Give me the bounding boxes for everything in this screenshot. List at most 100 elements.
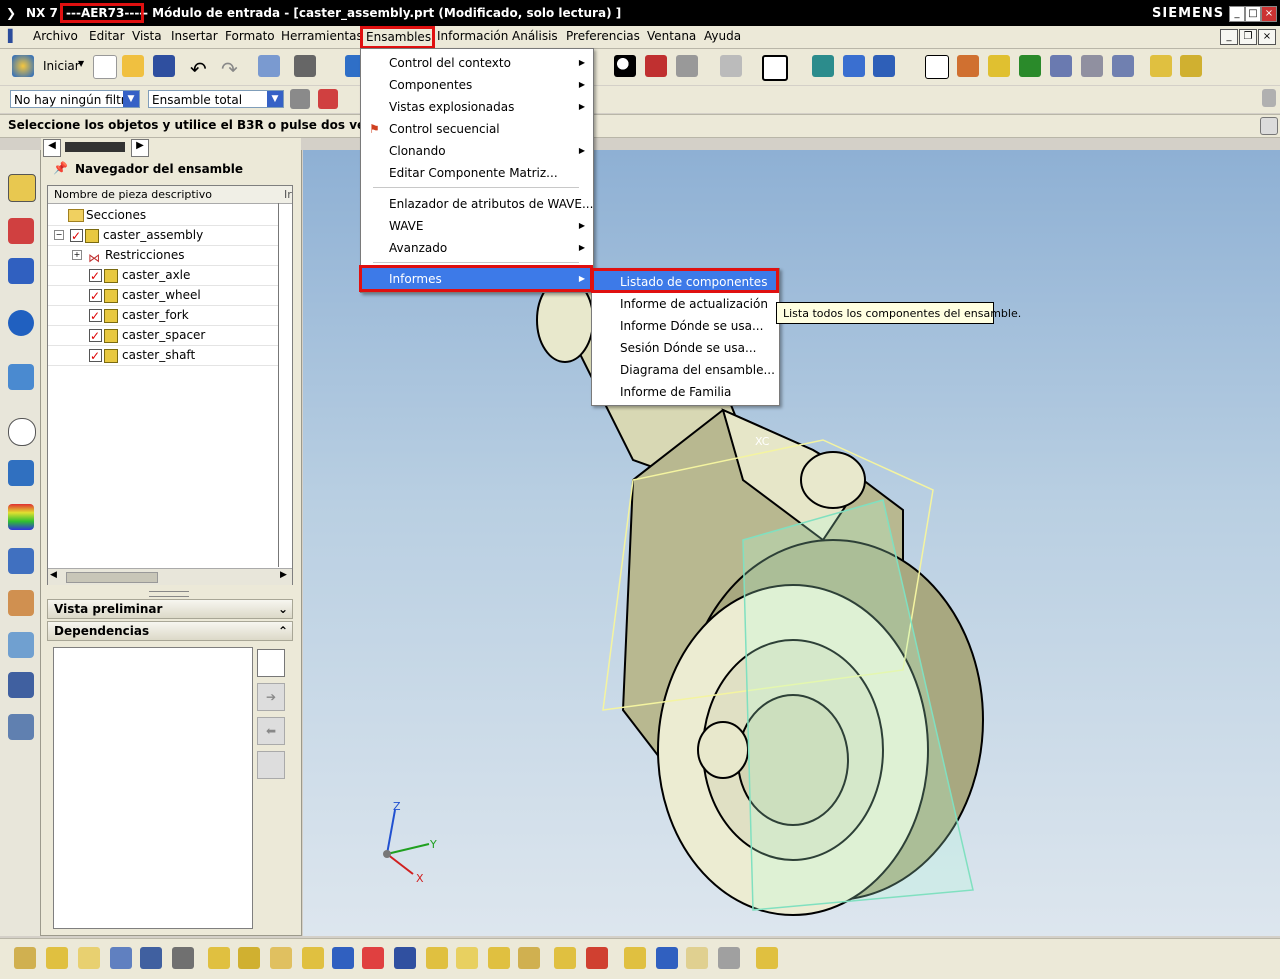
new-parent-icon[interactable] <box>78 947 100 969</box>
cue-options-icon[interactable] <box>1260 117 1278 135</box>
component-array-icon[interactable] <box>140 947 162 969</box>
layer-icon[interactable] <box>720 55 742 77</box>
new-file-icon[interactable] <box>93 55 117 79</box>
move-component-icon[interactable] <box>812 55 834 77</box>
shade-icon[interactable] <box>614 55 636 77</box>
filter-icon[interactable] <box>1112 55 1134 77</box>
plane-icon[interactable] <box>1050 55 1072 77</box>
menu-item-avanzado[interactable]: Avanzado ▶ <box>361 237 593 259</box>
visibility-checkbox[interactable] <box>89 346 102 366</box>
menu-item-componentes[interactable]: Componentes ▶ <box>361 74 593 96</box>
doc-restore-icon[interactable]: ❐ <box>1239 29 1257 45</box>
menu-item-wave[interactable]: WAVE ▶ <box>361 215 593 237</box>
type-filter-select[interactable]: No hay ningún filtro ▼ <box>10 90 140 108</box>
tree-node-caster-assembly[interactable]: − caster_assembly <box>48 225 278 246</box>
clone-icon[interactable] <box>586 947 608 969</box>
constraint-navigator-tab-icon[interactable] <box>8 218 34 244</box>
sequence-navigator-icon[interactable] <box>554 947 576 969</box>
visibility-checkbox[interactable] <box>89 286 102 306</box>
move-component-icon[interactable] <box>208 947 230 969</box>
splitter-handle[interactable] <box>149 591 189 597</box>
clock-icon[interactable] <box>8 418 36 446</box>
arrangement-icon[interactable] <box>518 947 540 969</box>
view-tools-icon[interactable] <box>294 55 316 77</box>
check-clearance-icon[interactable] <box>362 947 384 969</box>
visibility-checkbox[interactable] <box>89 266 102 286</box>
expand-icon[interactable]: + <box>72 250 82 260</box>
minimize-button[interactable]: _ <box>1229 6 1245 22</box>
menu-ayuda[interactable]: Ayuda <box>704 29 741 43</box>
roles-tab-icon[interactable] <box>8 590 34 616</box>
undo-icon[interactable]: ↶ <box>190 57 207 81</box>
tree-node-caster-shaft[interactable]: caster_shaft <box>48 345 278 366</box>
menu-item-diagrama-ensamble[interactable]: Diagrama del ensamble... <box>592 359 779 381</box>
reuse-library-tab-icon[interactable] <box>8 672 34 698</box>
open-by-proximity-icon[interactable] <box>686 947 708 969</box>
menu-item-informe-donde-se-usa[interactable]: Informe Dónde se usa... <box>592 315 779 337</box>
chevron-down-icon[interactable]: ⌄ <box>278 600 288 618</box>
doc-minimize-icon[interactable]: _ <box>1220 29 1238 45</box>
preview-section-header[interactable]: Vista preliminar ⌄ <box>47 599 293 619</box>
menu-item-enlazador-wave[interactable]: Enlazador de atributos de WAVE... <box>361 193 593 215</box>
display-product-icon[interactable] <box>624 947 646 969</box>
menu-item-editar-componente-matriz[interactable]: Editar Componente Matriz... <box>361 162 593 184</box>
menu-item-control-secuencial[interactable]: ⚑ Control secuencial <box>361 118 593 140</box>
visibility-checkbox[interactable] <box>70 226 83 246</box>
dependency-tree-icon[interactable] <box>257 751 285 779</box>
system-materials-tab-icon[interactable] <box>8 460 34 486</box>
pin-icon[interactable]: 📌 <box>53 161 68 175</box>
magnifier-icon[interactable] <box>257 649 285 677</box>
scene-tab-icon[interactable] <box>8 632 34 658</box>
menu-analisis[interactable]: Análisis <box>512 29 558 43</box>
chevron-down-icon[interactable]: ▼ <box>267 91 283 107</box>
select-icon[interactable] <box>258 55 280 77</box>
column-header-name[interactable]: Nombre de pieza descriptivo <box>54 186 212 203</box>
maximize-button[interactable]: □ <box>1245 6 1261 22</box>
chevron-down-icon[interactable]: ▼ <box>78 59 84 68</box>
add-component-icon[interactable] <box>14 947 36 969</box>
product-outline-icon[interactable] <box>456 947 478 969</box>
replace-component-icon[interactable] <box>172 947 194 969</box>
visualization-tab-icon[interactable] <box>8 504 34 530</box>
menu-vista[interactable]: Vista <box>132 29 162 43</box>
close-button[interactable]: × <box>1261 6 1277 22</box>
start-button[interactable]: Iniciar <box>43 59 80 73</box>
history-tab-icon[interactable] <box>8 364 34 390</box>
create-component-icon[interactable] <box>46 947 68 969</box>
menu-formato[interactable]: Formato <box>225 29 275 43</box>
menu-item-control-contexto[interactable]: Control del contexto ▶ <box>361 52 593 74</box>
solid-icon[interactable] <box>676 55 698 77</box>
arrow-right-icon[interactable]: ➔ <box>257 683 285 711</box>
part-navigator-tab-icon[interactable] <box>8 258 34 284</box>
mate-icon[interactable] <box>873 55 895 77</box>
menu-herramientas[interactable]: Herramientas <box>281 29 363 43</box>
chevron-down-icon[interactable]: ▼ <box>123 91 139 107</box>
menu-archivo[interactable]: Archivo <box>33 29 78 43</box>
visibility-checkbox[interactable] <box>89 306 102 326</box>
scroll-left-icon[interactable]: ◀ <box>43 139 61 157</box>
measure-distance-icon[interactable] <box>1150 55 1172 77</box>
background-icon[interactable] <box>762 55 788 81</box>
exploded-view-icon[interactable] <box>394 947 416 969</box>
menu-item-sesion-donde-se-usa[interactable]: Sesión Dónde se usa... <box>592 337 779 359</box>
snap-icon[interactable] <box>988 55 1010 77</box>
menu-item-informe-actualizacion[interactable]: Informe de actualización <box>592 293 779 315</box>
save-icon[interactable] <box>153 55 175 77</box>
wireframe-icon[interactable] <box>645 55 667 77</box>
show-degrees-icon[interactable] <box>270 947 292 969</box>
snap-point-icon[interactable] <box>318 89 338 109</box>
doc-close-icon[interactable]: × <box>1258 29 1276 45</box>
chevron-up-icon[interactable]: ⌃ <box>278 622 288 640</box>
tree-node-caster-wheel[interactable]: caster_wheel <box>48 285 278 306</box>
make-work-part-icon[interactable] <box>656 947 678 969</box>
menu-ventana[interactable]: Ventana <box>647 29 696 43</box>
remember-constraints-icon[interactable] <box>302 947 324 969</box>
tree-node-caster-axle[interactable]: caster_axle <box>48 265 278 286</box>
pointer-icon[interactable] <box>1081 55 1103 77</box>
scroll-left-icon[interactable]: ◀ <box>50 570 57 580</box>
scroll-thumb[interactable] <box>66 572 158 583</box>
palette-tab-icon[interactable] <box>8 714 34 740</box>
wave-linker-icon[interactable] <box>426 947 448 969</box>
vector-icon[interactable] <box>1019 55 1041 77</box>
menu-preferencias[interactable]: Preferencias <box>566 29 640 43</box>
